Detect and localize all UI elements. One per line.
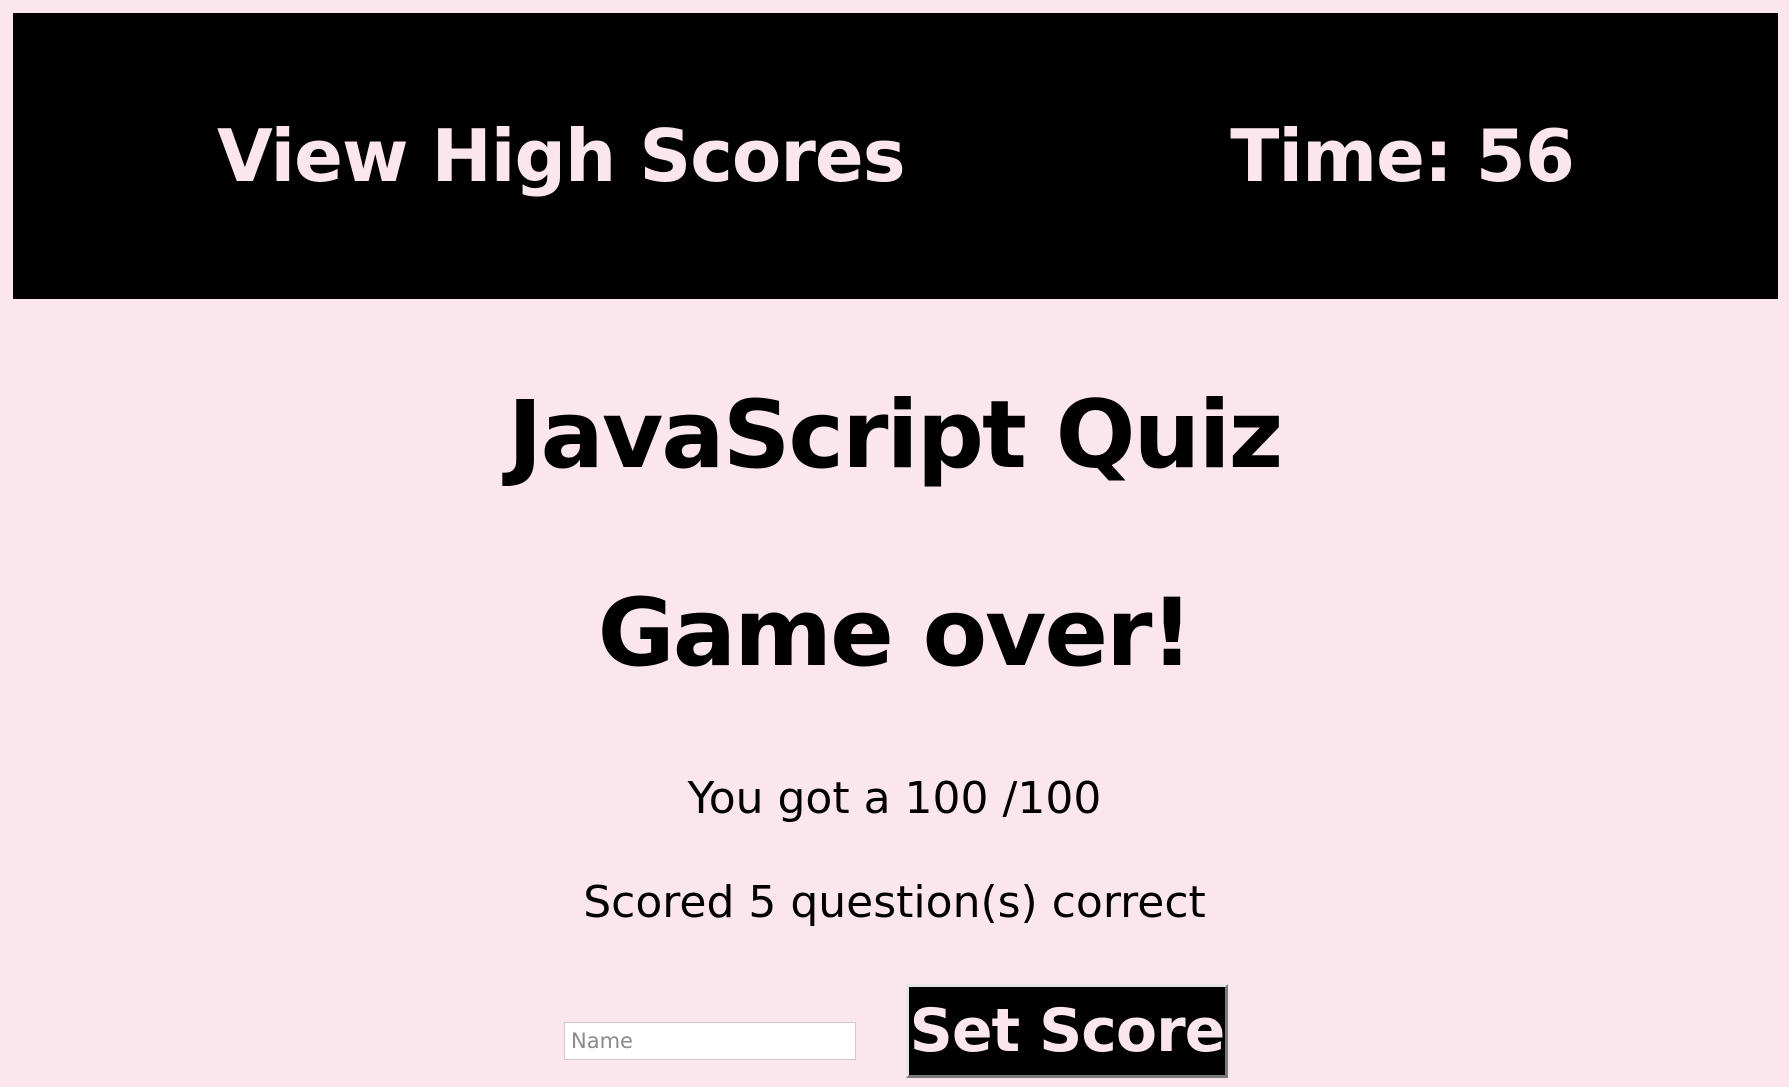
correct-count-text: Scored 5 question(s) correct	[583, 877, 1206, 928]
page-title: JavaScript Quiz	[507, 381, 1284, 490]
game-over-heading: Game over!	[597, 579, 1194, 688]
score-form: Set Score	[0, 984, 1789, 1080]
timer-display: Time: 56	[1230, 114, 1575, 198]
name-input[interactable]	[564, 1022, 856, 1060]
view-high-scores-link[interactable]: View High Scores	[217, 13, 906, 299]
score-text: You got a 100 /100	[687, 773, 1102, 824]
set-score-button[interactable]: Set Score	[906, 984, 1228, 1078]
top-bar: View High Scores Time: 56	[13, 13, 1778, 299]
